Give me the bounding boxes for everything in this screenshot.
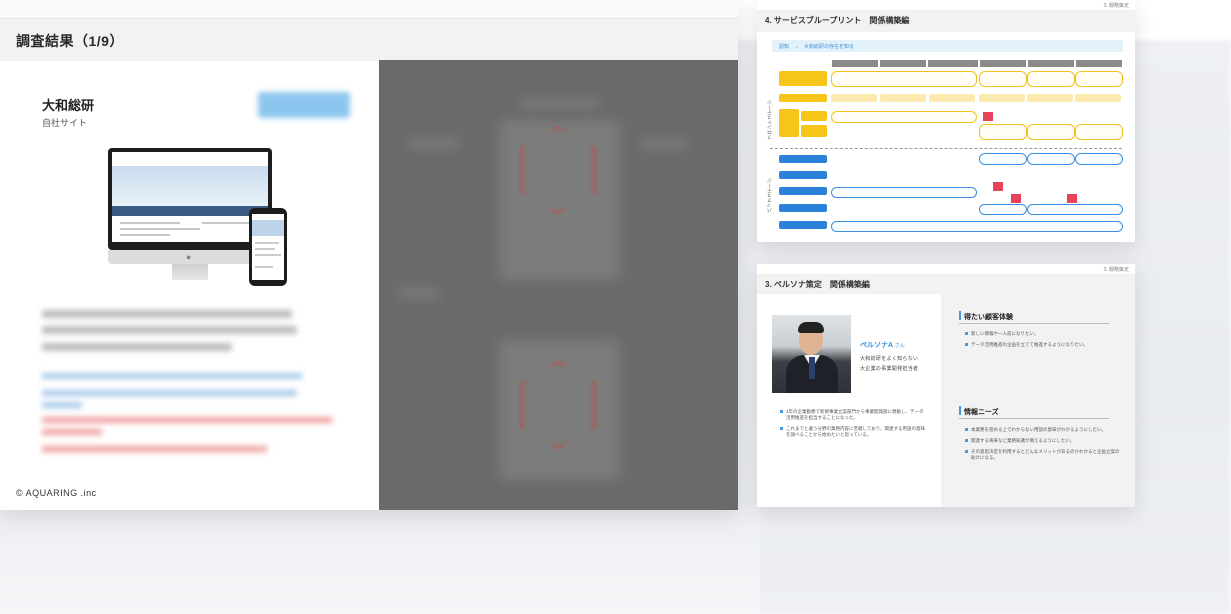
- blurred-list-blue: [42, 390, 297, 396]
- section-title-info-needs: 情報ニーズ: [964, 409, 999, 416]
- phase-arrow: [880, 60, 926, 67]
- blue-action-box: [979, 204, 1027, 215]
- blue-action-box: [1027, 153, 1075, 165]
- info-bullet: 本業務を進める上でわからない用語の意味がわかるようにしたい。: [965, 427, 1121, 433]
- info-bullet: その意思決定を利用するとどんなメリットがあるのかわかると企画立案の助けになる。: [965, 449, 1120, 460]
- yellow-action-box: [979, 71, 1027, 87]
- phase-arrow: [1076, 60, 1122, 67]
- section-title-experience: 得たい顧客体験: [964, 314, 1013, 321]
- yellow-action-box: [831, 111, 977, 123]
- info-bullet: 関連する将来など業務知識が増えるようにしたい。: [965, 438, 1121, 444]
- yellow-step: [801, 111, 827, 121]
- persona-photo: [772, 315, 851, 393]
- persona-name: ペルソナA さん: [860, 342, 905, 349]
- slide-title: 3. ペルソナ策定 関係構築編: [765, 280, 870, 289]
- monitor-stand: [172, 264, 208, 280]
- yellow-action-box: [1027, 124, 1075, 140]
- yellow-action-box: [1075, 124, 1123, 140]
- blue-action-box: [1027, 204, 1123, 215]
- blue-action-box: [1075, 153, 1123, 165]
- slide-top-strip: [0, 0, 738, 18]
- slide-survey-results: 調査結果（1/9） 大和総研 自社サイト ● © AQUARING .inc: [0, 0, 738, 510]
- yellow-action-box: [1075, 71, 1123, 87]
- blurred-list-red: [42, 417, 332, 423]
- aquaring-logo: © AQUARING .inc: [16, 488, 97, 498]
- pink-marker: [1067, 194, 1077, 203]
- yellow-action-box: [979, 124, 1027, 140]
- section-divider: [959, 323, 1109, 324]
- yellow-step: [1027, 94, 1073, 102]
- blue-step: [779, 171, 827, 179]
- pink-marker: [983, 112, 993, 121]
- section-accent: [959, 406, 961, 415]
- blurred-list-red: [42, 446, 267, 452]
- phone-screenshot: [252, 214, 284, 280]
- yellow-step: [831, 94, 877, 102]
- apple-logo-icon: ●: [186, 252, 192, 262]
- phase-bar-text: 認知 → 大和総研の存在を知る: [779, 44, 855, 50]
- persona-bullet: これまでと違う分野の業務内容に苦戦しており、関連する用語の意味を調べることから始…: [780, 426, 926, 437]
- experience-bullet: 新しい情報や一人前になりたい。: [965, 331, 1121, 337]
- blue-action-box: [831, 187, 977, 198]
- blue-step: [779, 221, 827, 229]
- blurred-list-blue: [42, 373, 302, 379]
- persona-description: 大企業の事業開発担当者: [860, 366, 919, 372]
- yellow-step: [979, 94, 1025, 102]
- yellow-step: [779, 109, 799, 137]
- lane-label-front: フロントステージ: [767, 100, 773, 140]
- phase-arrow: [832, 60, 878, 67]
- blue-action-box: [831, 221, 1123, 232]
- blurred-list-red: [42, 429, 102, 435]
- blurred-radar-panel: [379, 60, 738, 510]
- lane-label-back: バックステージ: [767, 178, 773, 213]
- yellow-action-box: [1027, 71, 1075, 87]
- blue-action-box: [979, 153, 1027, 165]
- yellow-step: [880, 94, 926, 102]
- yellow-step: [1075, 94, 1121, 102]
- blurred-button: [258, 92, 350, 118]
- yellow-step: [779, 71, 827, 86]
- blurred-paragraph: [42, 343, 232, 351]
- line-of-visibility: [770, 148, 1122, 149]
- yellow-step: [929, 94, 975, 102]
- pink-marker: [993, 182, 1003, 191]
- blurred-paragraph: [42, 310, 292, 318]
- yellow-step: [801, 125, 827, 137]
- yellow-step: [779, 94, 827, 102]
- slide-title: 調査結果（1/9）: [16, 33, 124, 49]
- persona-bullet: 4年の企業勤務で新規事業立案部門から事業開発部に異動し、データ活用推進を担当する…: [780, 409, 926, 421]
- persona-description: 大和総研をよく知らない: [860, 356, 919, 362]
- company-subtitle: 自社サイト: [42, 118, 88, 128]
- slide-title: 4. サービスブループリント 関係構築編: [765, 16, 910, 25]
- phase-arrow: [928, 60, 978, 67]
- blurred-list-blue: [42, 402, 82, 408]
- company-name: 大和総研: [42, 98, 95, 113]
- blue-step: [779, 187, 827, 195]
- blurred-paragraph: [42, 326, 297, 334]
- phase-arrow: [980, 60, 1026, 67]
- persona-needs-panel: [941, 294, 1135, 507]
- yellow-action-box: [831, 71, 977, 87]
- pink-marker: [1011, 194, 1021, 203]
- section-divider: [959, 418, 1109, 419]
- page-tag: 3. 戦略策定: [1103, 3, 1129, 9]
- phase-arrow: [1028, 60, 1074, 67]
- section-accent: [959, 311, 961, 320]
- website-screenshot: [112, 152, 268, 242]
- blue-step: [779, 204, 827, 212]
- experience-bullet: データ活用推進の企画を立てて推進するようになりたい。: [965, 342, 1121, 348]
- blue-step: [779, 155, 827, 163]
- background-shadow-left: [0, 500, 760, 614]
- page-tag: 3. 戦略策定: [1103, 267, 1129, 273]
